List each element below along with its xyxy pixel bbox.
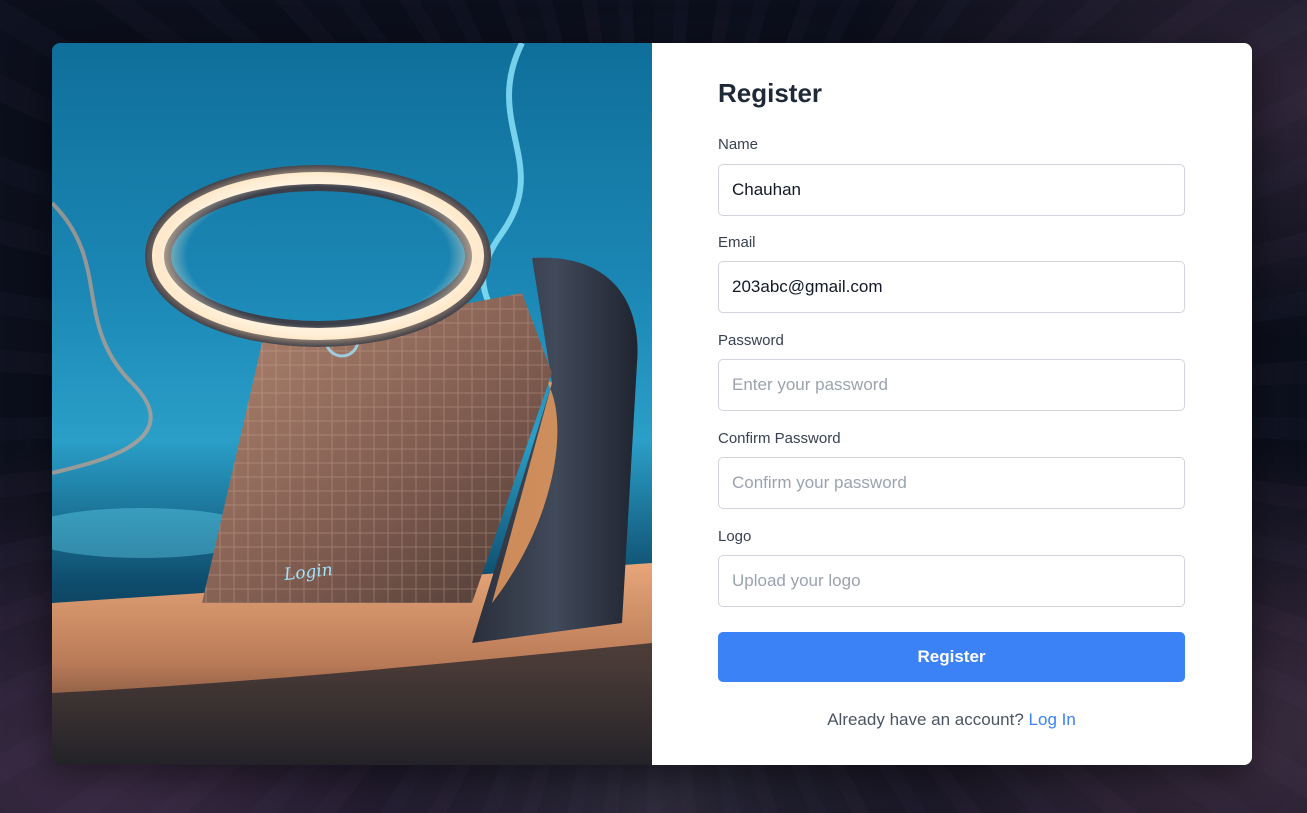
confirm-password-label: Confirm Password [718, 430, 841, 447]
email-input[interactable] [718, 261, 1185, 313]
name-input[interactable] [718, 164, 1185, 216]
register-form-panel: Register Name Email Password Confirm Pas… [652, 43, 1252, 765]
hero-image: Login [52, 43, 652, 765]
confirm-password-input[interactable] [718, 457, 1185, 509]
register-button[interactable]: Register [718, 632, 1185, 682]
logo-label: Logo [718, 528, 752, 545]
page-title: Register [718, 78, 823, 108]
hero-illustration: Login [52, 43, 652, 765]
logo-upload-input[interactable] [718, 555, 1185, 607]
login-prompt-text: Already have an account? [827, 710, 1024, 729]
email-label: Email [718, 234, 756, 251]
password-label: Password [718, 332, 784, 349]
login-link[interactable]: Log In [1029, 710, 1076, 729]
name-label: Name [718, 136, 759, 153]
password-input[interactable] [718, 359, 1185, 411]
register-card: Login Register Name Email Password Confi… [52, 43, 1252, 765]
login-prompt: Already have an account? Log In [718, 710, 1185, 730]
